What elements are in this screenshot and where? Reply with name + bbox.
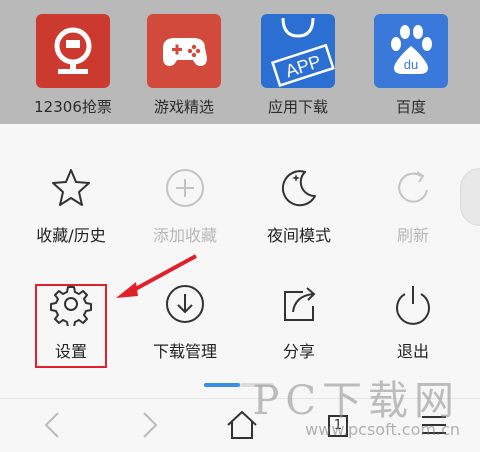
star-icon [52,169,90,206]
menu-icon[interactable] [416,407,452,443]
menu-item-refresh[interactable]: 刷新 [358,166,468,246]
menu-item-share[interactable]: 分享 [244,282,354,362]
menu-item-exit[interactable]: 退出 [358,282,468,362]
baidu-paw-icon: du [374,14,448,88]
download-icon [166,285,204,323]
app-store-label: 应用下载 [267,98,328,116]
menu-item-settings[interactable]: 设置 [16,282,126,362]
power-icon [396,286,430,325]
share-icon [284,287,316,321]
menu-item-label: 退出 [396,342,429,361]
menu-item-label: 刷新 [396,226,429,245]
menu-item-night-mode[interactable]: 夜间模式 [244,166,354,246]
app-games-label: 游戏精选 [153,98,214,116]
app-baidu[interactable]: du 百度 [369,14,453,117]
menu-item-add-bookmark[interactable]: 添加收藏 [130,166,240,246]
page-indicator-inactive [240,383,274,387]
train-icon [36,14,110,88]
gear-icon [50,286,92,326]
page-indicator-active [204,383,240,387]
app-baidu-label: 百度 [395,98,426,116]
menu-item-bookmarks-history[interactable]: 收藏/历史 [16,166,126,246]
menu-item-label: 分享 [282,342,315,361]
chevron-right-icon[interactable] [130,407,166,443]
app-store-bag-icon: APP [261,14,335,88]
menu-item-label: 收藏/历史 [36,226,106,245]
app-12306[interactable]: 12306抢票 [31,14,115,117]
menu-item-label: 设置 [54,342,87,361]
menu-item-label: 添加收藏 [152,226,217,245]
menu-item-label: 下载管理 [152,342,217,361]
refresh-icon [398,171,428,203]
app-store[interactable]: APP 应用下载 [256,14,340,117]
tabs-button[interactable]: 1 [322,407,358,443]
home-icon[interactable] [224,407,260,443]
app-shortcut-strip: 12306抢票 游戏精选 APP 应用下载 du 百度 [0,0,480,124]
baidu-badge-text: du [404,57,418,72]
menu-item-downloads[interactable]: 下载管理 [130,282,240,362]
plus-circle-icon [166,169,204,207]
chevron-left-icon[interactable] [36,407,72,443]
bottom-nav-bar: 1 [0,398,480,452]
menu-item-label: 夜间模式 [266,226,331,245]
moon-icon [281,170,316,207]
tabs-count: 1 [328,415,348,437]
app-games[interactable]: 游戏精选 [142,14,226,117]
app-12306-label: 12306抢票 [34,98,112,116]
gamepad-icon [147,14,221,88]
